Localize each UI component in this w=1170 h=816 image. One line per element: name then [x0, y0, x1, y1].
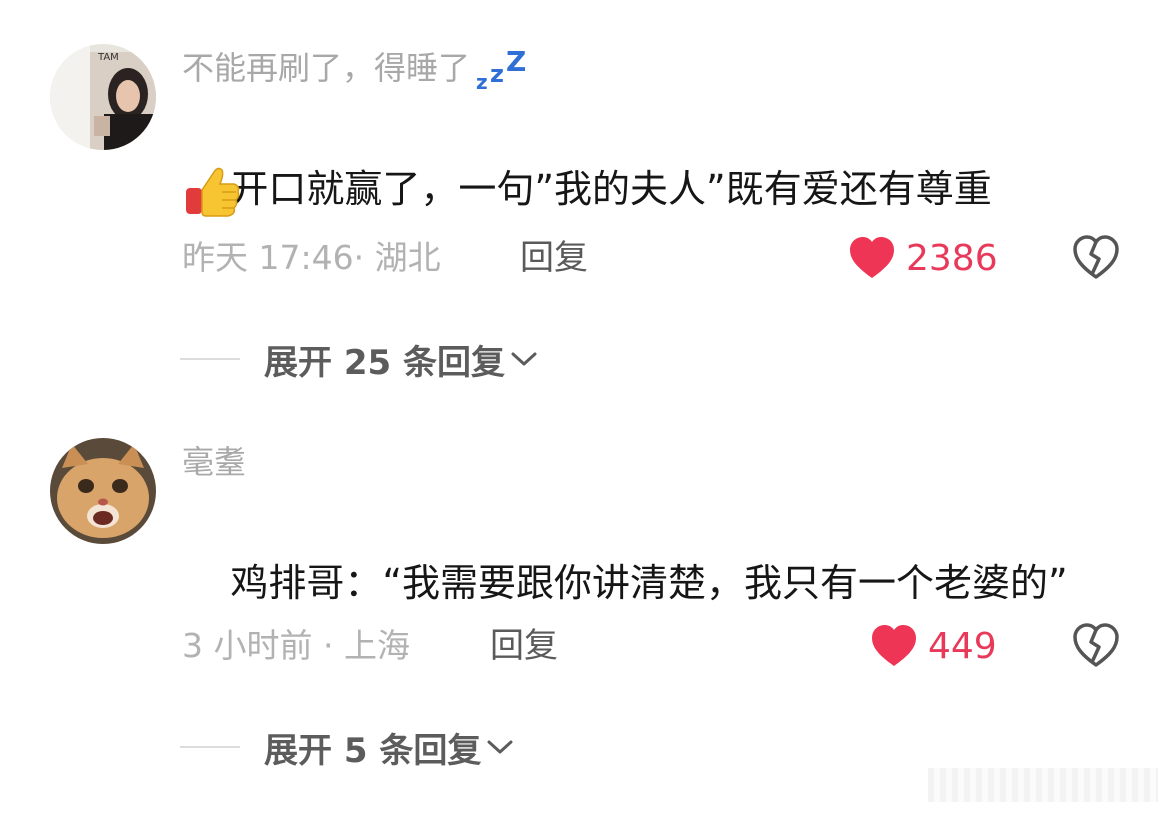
reply-label: 回复	[490, 626, 558, 666]
dislike-button[interactable]	[1072, 622, 1120, 670]
comment-item: 毫耋 鸡排哥：“我需要跟你讲清楚，我只有一个老婆的” 3 小时前 · 上海 回复…	[0, 0, 1170, 816]
time-location-text: 3 小时前 · 上海	[182, 626, 410, 665]
heart-icon	[872, 625, 916, 666]
username-text: 毫耋	[182, 443, 247, 481]
watermark	[928, 768, 1158, 802]
expand-replies[interactable]: 展开 5 条回复	[180, 722, 515, 772]
broken-heart-icon	[1073, 623, 1119, 667]
reply-button[interactable]: 回复	[490, 626, 558, 666]
comment-text-body: 鸡排哥：“我需要跟你讲清楚，我只有一个老婆的”	[230, 561, 1068, 605]
like-button[interactable]: 449	[870, 621, 997, 671]
username[interactable]: 毫耋	[182, 442, 246, 482]
divider	[180, 746, 240, 748]
avatar[interactable]	[50, 438, 156, 544]
avatar-cat	[50, 438, 156, 544]
time-location: 3 小时前 · 上海	[182, 626, 410, 666]
chevron-down-icon	[487, 740, 513, 754]
expand-replies-label: 展开 5 条回复	[264, 730, 482, 771]
like-count: 449	[928, 625, 997, 667]
